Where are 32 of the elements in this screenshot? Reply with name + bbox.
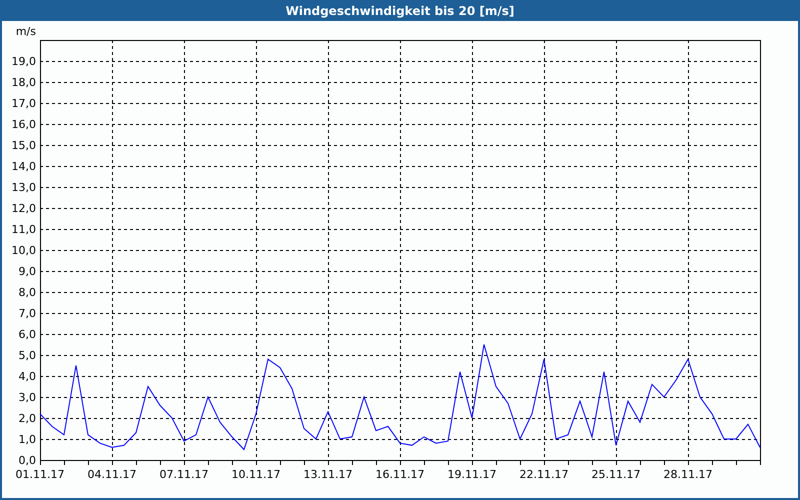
y-tick-label: 0,0 xyxy=(18,454,36,467)
x-tick-label: 16.11.17 xyxy=(376,468,424,481)
y-tick-label: 9,0 xyxy=(18,265,36,278)
x-tick-label: 25.11.17 xyxy=(592,468,640,481)
x-tick-label: 10.11.17 xyxy=(232,468,280,481)
y-tick-label: 18,0 xyxy=(12,76,36,89)
y-tick-label: 13,0 xyxy=(12,181,36,194)
y-tick-label: 19,0 xyxy=(12,55,36,68)
x-tick-label: 13.11.17 xyxy=(304,468,352,481)
y-tick-label: 8,0 xyxy=(18,286,36,299)
y-axis-label: m/s xyxy=(16,25,36,38)
y-tick-label: 15,0 xyxy=(12,139,36,152)
x-tick-label: 04.11.17 xyxy=(88,468,136,481)
y-tick-label: 6,0 xyxy=(18,328,36,341)
y-tick-label: 3,0 xyxy=(18,391,36,404)
y-tick-label: 16,0 xyxy=(12,118,36,131)
x-tick-label: 22.11.17 xyxy=(520,468,568,481)
y-tick-label: 12,0 xyxy=(12,202,36,215)
x-tick-label: 19.11.17 xyxy=(448,468,496,481)
y-tick-label: 11,0 xyxy=(12,223,36,236)
y-tick-label: 7,0 xyxy=(18,307,36,320)
y-tick-label: 5,0 xyxy=(18,349,36,362)
x-tick-label: 28.11.17 xyxy=(664,468,712,481)
y-tick-label: 10,0 xyxy=(12,244,36,257)
y-tick-label: 1,0 xyxy=(18,433,36,446)
window-title: Windgeschwindigkeit bis 20 [m/s] xyxy=(0,0,800,21)
x-tick-label: 01.11.17 xyxy=(16,468,64,481)
y-tick-label: 14,0 xyxy=(12,160,36,173)
y-tick-label: 17,0 xyxy=(12,97,36,110)
y-tick-label: 4,0 xyxy=(18,370,36,383)
y-tick-label: 2,0 xyxy=(18,412,36,425)
x-tick-label: 07.11.17 xyxy=(160,468,208,481)
